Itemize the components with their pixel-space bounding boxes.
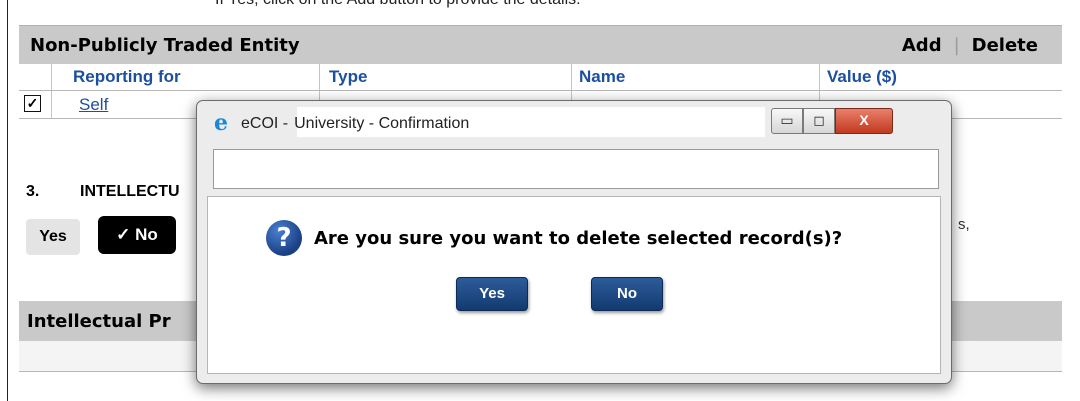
column-header-type[interactable]: Type bbox=[329, 67, 367, 87]
question-text-fragment: s, bbox=[958, 216, 970, 233]
question-text: INTELLECTU bbox=[80, 183, 180, 200]
section-title: Non-Publicly Traded Entity bbox=[30, 35, 300, 56]
table-header-row: Reporting for Type Name Value ($) bbox=[19, 63, 1062, 91]
dialog-title-text: University - Confirmation bbox=[294, 115, 470, 132]
dialog-body: ? Are you sure you want to delete select… bbox=[207, 196, 941, 374]
confirm-yes-button[interactable]: Yes bbox=[456, 277, 528, 311]
dialog-title: eCOI - University - Confirmation bbox=[241, 115, 469, 133]
column-header-value[interactable]: Value ($) bbox=[827, 67, 897, 87]
ie-browser-icon: e bbox=[214, 110, 228, 136]
question-number: 3. bbox=[26, 183, 40, 200]
section-actions: Add | Delete bbox=[902, 35, 1038, 56]
section-header-non-public-entity: Non-Publicly Traded Entity Add | Delete bbox=[19, 25, 1062, 64]
confirm-no-button[interactable]: No bbox=[591, 277, 663, 311]
dialog-app-name: eCOI - bbox=[241, 115, 289, 132]
row-select-checkbox[interactable]: ✓ bbox=[24, 95, 41, 112]
question-mark-icon: ? bbox=[266, 220, 302, 256]
column-header-reporting-for[interactable]: Reporting for bbox=[73, 67, 181, 87]
page-left-border bbox=[7, 0, 8, 401]
delete-button[interactable]: Delete bbox=[972, 35, 1038, 56]
maximize-button[interactable]: ◻ bbox=[803, 108, 835, 134]
page: If Yes, click on the Add button to provi… bbox=[0, 0, 1080, 401]
dialog-address-field bbox=[213, 149, 939, 189]
column-header-name[interactable]: Name bbox=[579, 67, 625, 87]
question-no-button[interactable]: ✓ No bbox=[98, 216, 176, 254]
action-separator: | bbox=[953, 35, 960, 56]
minimize-button[interactable]: ▭ bbox=[771, 108, 803, 134]
confirmation-dialog: e eCOI - University - Confirmation ▭ ◻ X … bbox=[196, 100, 952, 384]
question-yes-button[interactable]: Yes bbox=[26, 219, 80, 255]
instruction-text: If Yes, click on the Add button to provi… bbox=[215, 0, 581, 9]
add-button[interactable]: Add bbox=[902, 35, 942, 56]
dialog-titlebar[interactable]: e eCOI - University - Confirmation ▭ ◻ X bbox=[197, 101, 951, 143]
reporting-for-link[interactable]: Self bbox=[79, 95, 108, 115]
dialog-message: Are you sure you want to delete selected… bbox=[314, 228, 843, 249]
section-title: Intellectual Pr bbox=[27, 311, 171, 332]
close-button[interactable]: X bbox=[835, 108, 893, 134]
